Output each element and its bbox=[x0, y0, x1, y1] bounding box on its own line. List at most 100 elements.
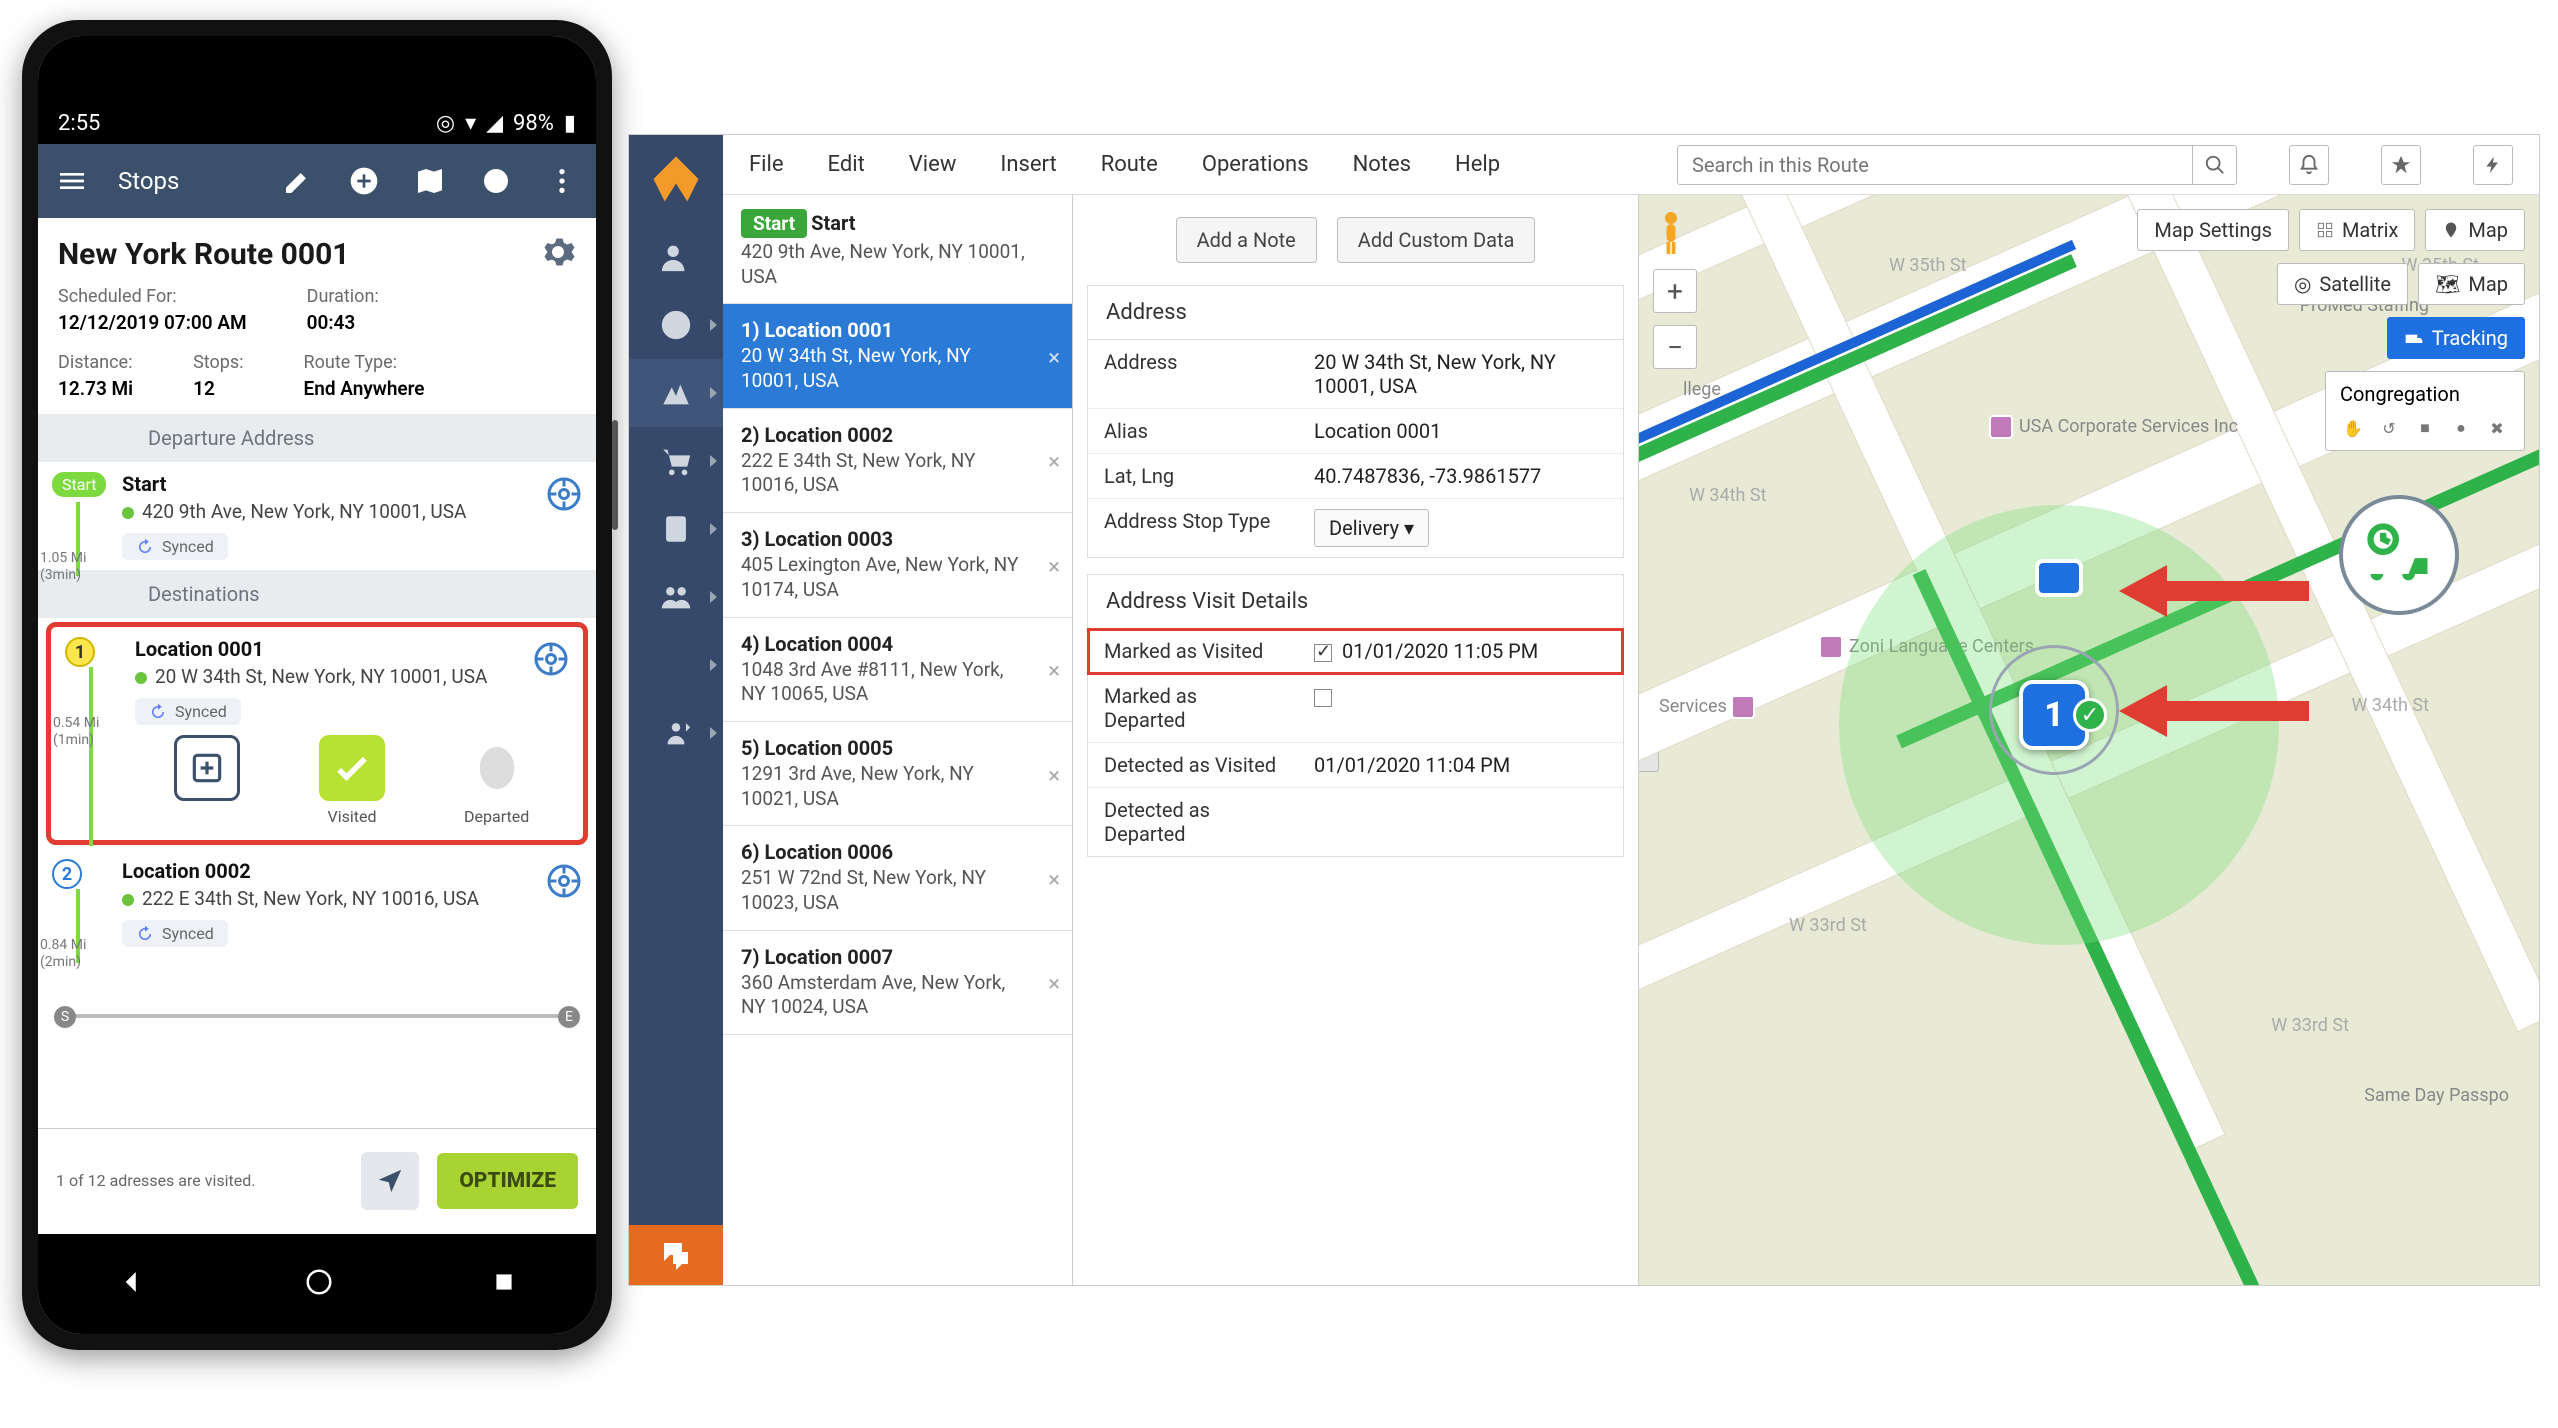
side-settings[interactable] bbox=[629, 699, 723, 767]
side-addressbook[interactable] bbox=[629, 495, 723, 563]
side-team[interactable] bbox=[629, 563, 723, 631]
lasso-tool-icon[interactable]: ↺ bbox=[2377, 416, 2401, 440]
highlight-stop-1: 1 0.54 Mi(1min) Location 0001 20 W 34th … bbox=[46, 622, 588, 845]
map-zoom-controls: + − bbox=[1653, 209, 1697, 369]
add-custom-data-button[interactable]: Add Custom Data bbox=[1337, 217, 1536, 263]
bolt-icon[interactable] bbox=[2473, 145, 2513, 185]
side-routes[interactable] bbox=[629, 359, 723, 427]
side-chat[interactable] bbox=[629, 1225, 723, 1285]
menu-file[interactable]: File bbox=[749, 152, 784, 177]
mobile-appbar: Stops bbox=[38, 144, 596, 218]
synced-badge: Synced bbox=[122, 920, 228, 947]
matrix-toggle[interactable]: Matrix bbox=[2299, 209, 2415, 251]
menu-help[interactable]: Help bbox=[1455, 152, 1500, 177]
close-icon[interactable]: × bbox=[1048, 450, 1060, 475]
visited-checkbox[interactable] bbox=[1314, 644, 1332, 662]
menu-edit[interactable]: Edit bbox=[828, 152, 865, 177]
list-item[interactable]: 2) Location 0002222 E 34th St, New York,… bbox=[723, 409, 1072, 513]
zoom-out-button[interactable]: − bbox=[1653, 325, 1697, 369]
close-icon[interactable]: × bbox=[1048, 868, 1060, 893]
distance-label: Distance: bbox=[58, 352, 133, 373]
map-settings-button[interactable]: Map Settings bbox=[2137, 209, 2289, 251]
satellite-toggle[interactable]: ◎Satellite bbox=[2277, 263, 2408, 305]
rect-tool-icon[interactable]: ■ bbox=[2413, 416, 2437, 440]
back-icon[interactable] bbox=[117, 1267, 147, 1301]
navigate-icon[interactable] bbox=[533, 641, 569, 677]
side-add-user[interactable] bbox=[629, 223, 723, 291]
hamburger-icon[interactable] bbox=[52, 161, 92, 201]
side-analytics[interactable] bbox=[629, 631, 723, 699]
navigate-icon[interactable] bbox=[546, 863, 582, 899]
side-orders[interactable] bbox=[629, 427, 723, 495]
map2-toggle[interactable]: 🗺Map bbox=[2418, 263, 2525, 305]
gear-icon[interactable] bbox=[540, 234, 576, 274]
navigate-icon[interactable] bbox=[546, 476, 582, 512]
duration-label: Duration: bbox=[307, 286, 379, 307]
map-toggle[interactable]: Map bbox=[2425, 209, 2525, 251]
recent-icon[interactable] bbox=[491, 1269, 517, 1299]
menu-operations[interactable]: Operations bbox=[1202, 152, 1309, 177]
add-note-button[interactable]: Add a Note bbox=[1176, 217, 1317, 263]
android-status-bar: 2:55 ◎ ▾ ◢ 98% ▮ bbox=[38, 36, 596, 144]
menu-view[interactable]: View bbox=[909, 152, 957, 177]
synced-badge: Synced bbox=[122, 533, 228, 560]
close-icon[interactable]: × bbox=[1048, 659, 1060, 684]
signal-icon: ◢ bbox=[486, 111, 503, 136]
zoom-in-button[interactable]: + bbox=[1653, 269, 1697, 313]
close-icon[interactable]: × bbox=[1048, 555, 1060, 580]
departed-checkbox[interactable] bbox=[1314, 689, 1332, 707]
list-item[interactable]: 3) Location 0003405 Lexington Ave, New Y… bbox=[723, 513, 1072, 617]
optimize-button[interactable]: OPTIMIZE bbox=[437, 1153, 578, 1209]
route-search[interactable] bbox=[1677, 145, 2237, 185]
clear-tool-icon[interactable]: ✖ bbox=[2485, 416, 2509, 440]
stop-2[interactable]: 2 0.84 Mi(2min) Location 0002 222 E 34th… bbox=[38, 849, 596, 957]
search-input[interactable] bbox=[1678, 153, 2192, 177]
app-logo[interactable] bbox=[629, 135, 723, 223]
map-icon[interactable] bbox=[410, 161, 450, 201]
desk-map[interactable]: ‹‹ W 35th St W 35th St W 35th St W 34th … bbox=[1639, 195, 2539, 1285]
side-help[interactable] bbox=[629, 291, 723, 359]
destination-badge bbox=[2339, 495, 2459, 615]
add-icon[interactable] bbox=[344, 161, 384, 201]
action-visited[interactable]: Visited bbox=[319, 735, 385, 826]
pegman-icon[interactable] bbox=[1653, 209, 1689, 257]
sync-icon[interactable] bbox=[476, 161, 516, 201]
appbar-title: Stops bbox=[118, 167, 179, 195]
overflow-icon[interactable] bbox=[542, 161, 582, 201]
close-icon[interactable]: × bbox=[1048, 764, 1060, 789]
stop-type-dropdown[interactable]: Delivery ▾ bbox=[1314, 509, 1429, 547]
stop-name: Location 0002 bbox=[122, 859, 582, 883]
recenter-button[interactable] bbox=[361, 1152, 419, 1210]
action-departed[interactable]: Departed bbox=[464, 735, 530, 826]
menu-insert[interactable]: Insert bbox=[1000, 152, 1056, 177]
routetype-label: Route Type: bbox=[304, 352, 425, 373]
home-icon[interactable] bbox=[304, 1267, 334, 1301]
star-icon[interactable] bbox=[2381, 145, 2421, 185]
pan-tool-icon[interactable]: ✋ bbox=[2341, 416, 2365, 440]
search-icon[interactable] bbox=[2192, 145, 2236, 185]
circle-tool-icon[interactable]: ● bbox=[2449, 416, 2473, 440]
edit-icon[interactable] bbox=[278, 161, 318, 201]
menu-notes[interactable]: Notes bbox=[1353, 152, 1411, 177]
vehicle-marker[interactable] bbox=[2035, 559, 2083, 597]
list-item[interactable]: 7) Location 0007360 Amsterdam Ave, New Y… bbox=[723, 931, 1072, 1035]
list-item[interactable]: StartStart 420 9th Ave, New York, NY 100… bbox=[723, 195, 1072, 304]
list-item[interactable]: 5) Location 00051291 3rd Ave, New York, … bbox=[723, 722, 1072, 826]
stop-number-2: 2 bbox=[52, 859, 82, 889]
stop-start[interactable]: Start 1.05 Mi(3min) Start 420 9th Ave, N… bbox=[38, 462, 596, 570]
action-add-note[interactable] bbox=[174, 735, 240, 826]
menu-route[interactable]: Route bbox=[1101, 152, 1158, 177]
list-item[interactable]: 4) Location 00041048 3rd Ave #8111, New … bbox=[723, 618, 1072, 722]
list-item[interactable]: 1) Location 0001 20 W 34th St, New York,… bbox=[723, 304, 1072, 408]
stop-marker-1[interactable]: 1 ✓ bbox=[2019, 680, 2089, 750]
bell-icon[interactable] bbox=[2289, 145, 2329, 185]
street-label: W 34th St bbox=[2351, 695, 2429, 716]
close-icon[interactable]: × bbox=[1048, 972, 1060, 997]
route-slider[interactable]: S E bbox=[38, 1006, 596, 1028]
street-label: W 35th St bbox=[1889, 255, 1967, 276]
stop-1[interactable]: 1 0.54 Mi(1min) Location 0001 20 W 34th … bbox=[51, 627, 583, 840]
tracking-button[interactable]: Tracking bbox=[2387, 317, 2525, 359]
desk-menubar: File Edit View Insert Route Operations N… bbox=[723, 135, 2539, 195]
list-item[interactable]: 6) Location 0006251 W 72nd St, New York,… bbox=[723, 826, 1072, 930]
close-icon[interactable]: × bbox=[1048, 346, 1060, 371]
